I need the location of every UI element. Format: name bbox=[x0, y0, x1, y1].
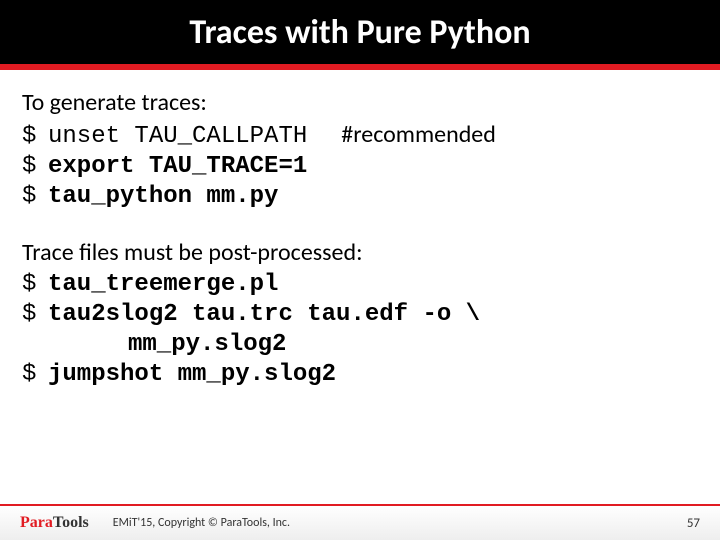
prompt: $ bbox=[22, 270, 48, 300]
slide-header: Traces with Pure Python bbox=[0, 0, 720, 64]
prompt: $ bbox=[22, 152, 48, 182]
logo-right: Tools bbox=[53, 514, 89, 532]
slide-title: Traces with Pure Python bbox=[189, 12, 530, 53]
logo-left: Para bbox=[20, 514, 53, 532]
logo: ParaTools bbox=[20, 514, 89, 532]
cmd-row: $ tau_treemerge.pl bbox=[22, 270, 698, 300]
command-comment: #recommended bbox=[341, 120, 496, 150]
command-text: tau_treemerge.pl bbox=[48, 270, 278, 300]
command-text: mm_py.slog2 bbox=[128, 330, 286, 360]
command-text: unset TAU_CALLPATH bbox=[48, 122, 307, 152]
slide: Traces with Pure Python To generate trac… bbox=[0, 0, 720, 540]
prompt: $ bbox=[22, 300, 48, 330]
section1-intro: To generate traces: bbox=[22, 88, 698, 118]
cmd-row: $ tau2slog2 tau.trc tau.edf -o \ bbox=[22, 300, 698, 330]
cmd-row: $ export TAU_TRACE=1 bbox=[22, 152, 698, 182]
cmd-row: $ jumpshot mm_py.slog2 bbox=[22, 360, 698, 390]
cmd-row: $ unset TAU_CALLPATH #recommended bbox=[22, 120, 698, 152]
cmd-row: $ tau_python mm.py bbox=[22, 182, 698, 212]
slide-body: To generate traces: $ unset TAU_CALLPATH… bbox=[0, 70, 720, 540]
copyright-text: EMiT'15, Copyright © ParaTools, Inc. bbox=[113, 516, 290, 530]
command-text: jumpshot mm_py.slog2 bbox=[48, 360, 336, 390]
slide-footer: ParaTools EMiT'15, Copyright © ParaTools… bbox=[0, 504, 720, 540]
section-gap bbox=[22, 212, 698, 238]
command-text: tau_python mm.py bbox=[48, 182, 278, 212]
prompt: $ bbox=[22, 122, 48, 152]
section2-intro: Trace files must be post-processed: bbox=[22, 238, 698, 268]
prompt: $ bbox=[22, 182, 48, 212]
command-text: export TAU_TRACE=1 bbox=[48, 152, 307, 182]
command-text: tau2slog2 tau.trc tau.edf -o \ bbox=[48, 300, 480, 330]
prompt: $ bbox=[22, 360, 48, 390]
cmd-row: mm_py.slog2 bbox=[22, 330, 698, 360]
page-number: 57 bbox=[687, 516, 700, 531]
